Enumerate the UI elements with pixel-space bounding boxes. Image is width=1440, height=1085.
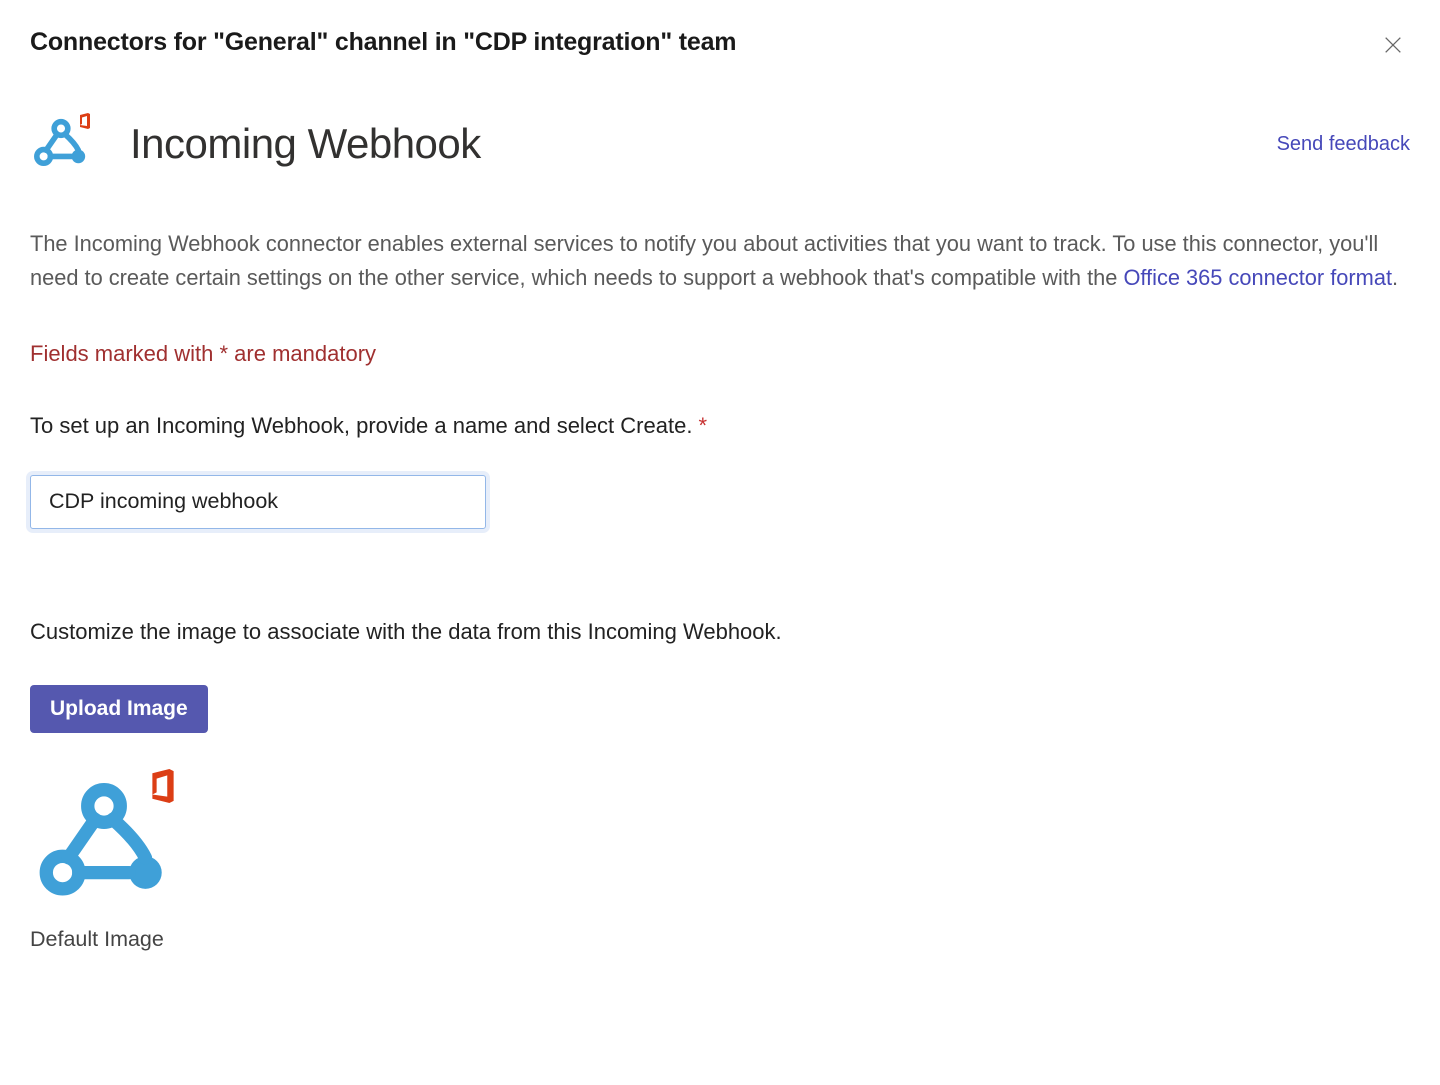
upload-image-button[interactable]: Upload Image [30, 685, 208, 733]
office-badge-icon [78, 113, 92, 134]
close-button[interactable] [1376, 28, 1410, 65]
webhook-name-input[interactable] [30, 475, 486, 529]
mandatory-fields-notice: Fields marked with * are mandatory [30, 341, 1410, 367]
close-icon [1382, 34, 1404, 59]
webhook-icon [30, 113, 92, 175]
default-webhook-image [30, 769, 178, 917]
description-text-2: . [1392, 265, 1398, 290]
default-image-label: Default Image [30, 927, 1410, 952]
connector-description: The Incoming Webhook connector enables e… [30, 227, 1410, 295]
instruction-text: To set up an Incoming Webhook, provide a… [30, 413, 699, 438]
customize-image-text: Customize the image to associate with th… [30, 619, 1410, 645]
send-feedback-link[interactable]: Send feedback [1277, 133, 1410, 156]
connector-format-link[interactable]: Office 365 connector format [1123, 265, 1392, 290]
app-title: Incoming Webhook [130, 120, 481, 168]
required-asterisk: * [699, 413, 708, 438]
dialog-title: Connectors for "General" channel in "CDP… [30, 28, 736, 57]
office-badge-icon [148, 769, 178, 808]
setup-instruction: To set up an Incoming Webhook, provide a… [30, 413, 1410, 439]
